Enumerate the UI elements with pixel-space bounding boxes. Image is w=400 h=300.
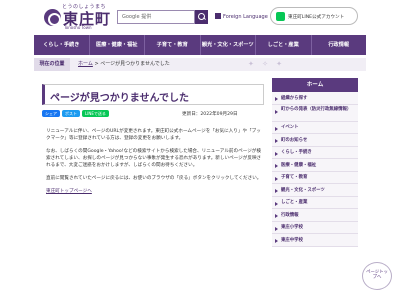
logo-romaji: Tonosho Town: [64, 25, 92, 30]
breadcrumb-label: 現在の位置: [34, 58, 70, 71]
sidebar-item-admin[interactable]: 行政情報: [272, 209, 358, 222]
line-share-button[interactable]: LINEで送る: [82, 110, 109, 117]
foreign-language-link[interactable]: Foreign Language: [215, 13, 268, 20]
line-account-button[interactable]: 東庄町LINE公式アカウント: [270, 7, 358, 25]
breadcrumb-home-link[interactable]: ホーム: [78, 61, 93, 67]
nav-item-childcare[interactable]: 子育て・教育: [145, 35, 201, 55]
page-top-label: ページトップへ: [366, 270, 388, 280]
sidebar-item-announcements[interactable]: 町からの発表（防災行政無線情報）: [272, 104, 358, 122]
nav-item-tourism[interactable]: 観光・文化・スポーツ: [201, 35, 256, 55]
facebook-share-button[interactable]: シェア: [42, 110, 60, 117]
page-title: ページが見つかりませんでした: [42, 84, 264, 105]
nav-item-health[interactable]: 医療・健康・福祉: [90, 35, 145, 55]
breadcrumb-trail: ホーム > ページが見つかりませんでした: [78, 58, 170, 71]
top-page-link[interactable]: 東庄町トップページへ: [46, 189, 92, 194]
x-post-button[interactable]: ポスト: [62, 110, 80, 117]
sidebar-item-health[interactable]: 医療・健康・福祉: [272, 159, 358, 172]
sidebar-item-organization[interactable]: 組織から探す: [272, 92, 358, 105]
nav-item-work[interactable]: しごと・産業: [256, 35, 312, 55]
search-button[interactable]: [195, 10, 208, 24]
notice-paragraph: なお、しばらくの間Google・Yahoo!などの検索サイトから検索した場合、リ…: [46, 149, 262, 168]
search-input[interactable]: Google 提供: [117, 10, 195, 24]
sidebar-home-link[interactable]: ホーム: [272, 78, 358, 92]
sidebar-item-junior-high[interactable]: 東庄中学校: [272, 234, 358, 247]
sidebar-item-work[interactable]: しごと・産業: [272, 196, 358, 209]
updated-date: 更新日：2022年09月29日: [182, 112, 238, 117]
sidebar: ホーム 組織から探す 町からの発表（防災行政無線情報） イベント 町のお知らせ …: [272, 78, 358, 300]
global-nav: くらし・手続き 医療・健康・福祉 子育て・教育 観光・文化・スポーツ しごと・産…: [34, 35, 366, 55]
sidebar-item-events[interactable]: イベント: [272, 121, 358, 134]
line-account-label: 東庄町LINE公式アカウント: [288, 15, 345, 20]
nav-item-admin[interactable]: 行政情報: [312, 35, 367, 55]
breadcrumb: 現在の位置 ホーム > ページが見つかりませんでした ✦ ✧ ✦: [34, 58, 366, 71]
breadcrumb-current: ページが見つかりませんでした: [100, 61, 170, 67]
globe-icon: [215, 13, 221, 19]
site-header: とうのしょうまち 東庄町 Tonosho Town Google 提供 Fore…: [0, 0, 400, 32]
page-top-button[interactable]: ページトップへ: [362, 262, 392, 290]
sidebar-item-living[interactable]: くらし・手続き: [272, 146, 358, 159]
sidebar-item-childcare[interactable]: 子育て・教育: [272, 171, 358, 184]
notice-paragraph: リニューアルに伴い、ページのURLが変更されます。東庄町公式ホームページを「お気…: [46, 129, 261, 141]
sidebar-item-tourism[interactable]: 観光・文化・スポーツ: [272, 184, 358, 197]
town-emblem-icon[interactable]: [44, 9, 61, 26]
foreign-language-label: Foreign Language: [223, 14, 268, 20]
decorative-dots: ✦ ✧ ✦: [248, 60, 286, 68]
notice-body: リニューアルに伴い、ページのURLが変更されます。東庄町公式ホームページを「お気…: [46, 128, 264, 195]
nav-item-living[interactable]: くらし・手続き: [34, 35, 90, 55]
share-buttons: シェア ポスト LINEで送る: [42, 110, 109, 117]
sidebar-item-elementary[interactable]: 東庄小学校: [272, 221, 358, 234]
line-icon: [276, 12, 285, 21]
notice-paragraph: 直前に閲覧されていたページに戻るには、お使いのブラウザの「戻る」ボタンをクリック…: [46, 176, 262, 181]
sidebar-item-notices[interactable]: 町のお知らせ: [272, 134, 358, 147]
